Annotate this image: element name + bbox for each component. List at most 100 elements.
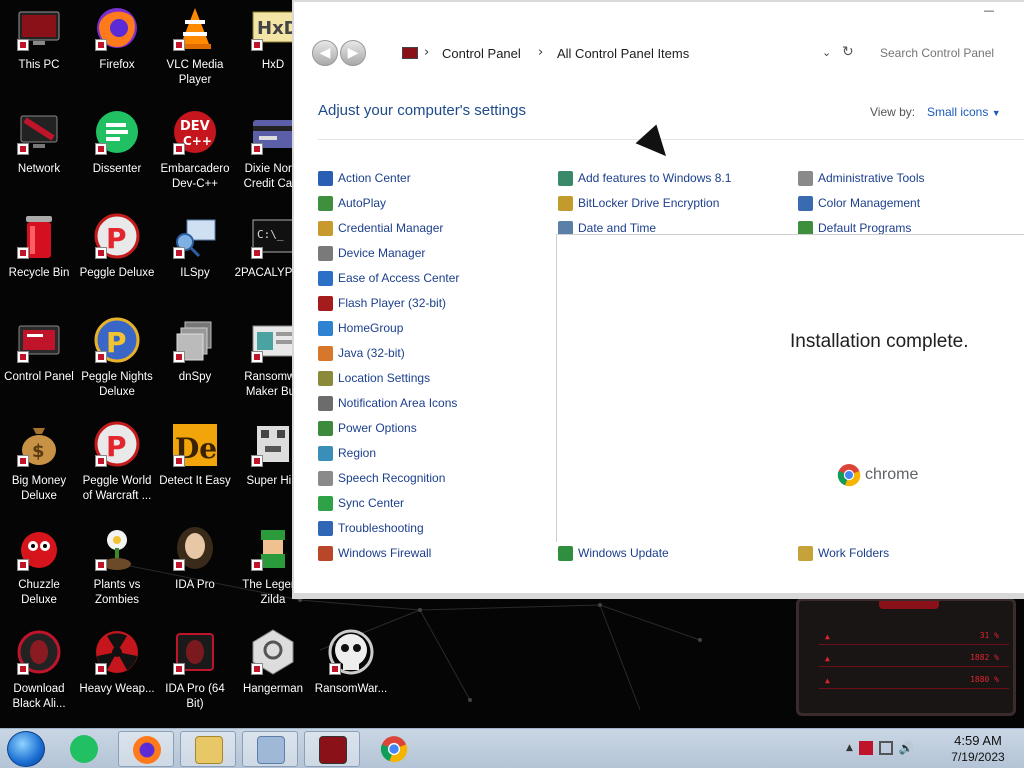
- pixel-hero-icon: [249, 524, 297, 572]
- cp-item-bitlocker[interactable]: BitLocker Drive Encryption: [558, 193, 719, 213]
- desktop-icon-peggle-wow[interactable]: P Peggle World of Warcraft ...: [78, 416, 156, 520]
- cp-item-sync-center[interactable]: Sync Center: [318, 493, 404, 513]
- refresh-icon[interactable]: ↻: [842, 44, 854, 60]
- desktop-icon-control-panel[interactable]: Control Panel: [0, 312, 78, 416]
- cp-item-ease-of-access[interactable]: Ease of Access Center: [318, 268, 459, 288]
- desktop-icon-label: This PC: [18, 59, 60, 71]
- radiation-icon: [93, 628, 141, 676]
- cp-item-device-manager[interactable]: Device Manager: [318, 243, 425, 263]
- desktop-icon-label: IDA Pro: [175, 579, 215, 591]
- cp-item-label: Sync Center: [338, 496, 405, 510]
- dissenter-icon: [70, 735, 98, 763]
- desktop-icon-download-black-ali[interactable]: Download Black Ali...: [0, 624, 78, 728]
- cp-item-action-center[interactable]: Action Center: [318, 168, 411, 188]
- peggle-icon: P: [93, 212, 141, 260]
- cp-item-add-features[interactable]: Add features to Windows 8.1: [558, 168, 731, 188]
- search-input[interactable]: [880, 42, 1020, 64]
- gadget-value: 31 %: [979, 631, 999, 640]
- installation-message: Installation complete.: [790, 331, 969, 352]
- breadcrumb-control-panel[interactable]: Control Panel: [442, 46, 521, 61]
- cp-item-java[interactable]: Java (32-bit): [318, 343, 405, 363]
- chrome-brand: chrome: [837, 463, 918, 487]
- action-center-icon[interactable]: [858, 741, 873, 755]
- cp-item-troubleshooting[interactable]: Troubleshooting: [318, 518, 424, 538]
- cp-item-credential-manager[interactable]: Credential Manager: [318, 218, 443, 238]
- desktop-icon-ransomwar[interactable]: RansomWar...: [312, 624, 390, 728]
- desktop-icon-hangerman[interactable]: Hangerman: [234, 624, 312, 728]
- add-features-icon: [558, 170, 573, 186]
- cp-item-color-management[interactable]: Color Management: [798, 193, 920, 213]
- chrome-installer-dialog: Installation complete. chrome: [556, 234, 1024, 542]
- cp-item-administrative-tools[interactable]: Administrative Tools: [798, 168, 925, 188]
- cp-item-work-folders[interactable]: Work Folders: [798, 543, 889, 563]
- gadget-header: [879, 601, 939, 609]
- taskbar-file-explorer[interactable]: [180, 731, 236, 767]
- forward-button[interactable]: ▶: [340, 40, 366, 66]
- desktop-icon-label: Recycle Bin: [8, 267, 70, 279]
- taskbar-chrome[interactable]: [366, 731, 422, 767]
- svg-text:P: P: [106, 326, 127, 359]
- chevron-down-icon[interactable]: ⌄: [822, 46, 831, 59]
- cp-item-location-settings[interactable]: Location Settings: [318, 368, 430, 388]
- desktop-icon-peggle-deluxe[interactable]: P Peggle Deluxe: [78, 208, 156, 312]
- svg-text:P: P: [106, 430, 127, 463]
- desktop-icon-pvz[interactable]: Plants vs Zombies: [78, 520, 156, 624]
- control-panel-small-icon: [402, 47, 418, 59]
- cp-item-homegroup[interactable]: HomeGroup: [318, 318, 403, 338]
- breadcrumb-all-items[interactable]: All Control Panel Items: [557, 46, 689, 61]
- desktop-icon-dissenter[interactable]: Dissenter: [78, 104, 156, 208]
- desktop-icon-big-money[interactable]: $ Big Money Deluxe: [0, 416, 78, 520]
- cp-item-region[interactable]: Region: [318, 443, 376, 463]
- desktop-icon-firefox[interactable]: Firefox: [78, 0, 156, 104]
- desktop-icon-ida-pro[interactable]: IDA Pro: [156, 520, 234, 624]
- back-button[interactable]: ◀: [312, 40, 338, 66]
- chrome-logo-icon: [380, 736, 408, 763]
- desktop-icon-label: RansomWar...: [314, 683, 388, 695]
- desktop-icon-label: VLC Media Player: [166, 59, 224, 86]
- cp-item-autoplay[interactable]: AutoPlay: [318, 193, 386, 213]
- minimize-button[interactable]: —: [976, 4, 1002, 18]
- volume-icon[interactable]: 🔊: [899, 741, 914, 755]
- cp-item-label: Power Options: [338, 421, 417, 435]
- firewall-icon: [318, 545, 333, 561]
- cp-item-notification-area[interactable]: Notification Area Icons: [318, 393, 457, 413]
- taskbar-firefox[interactable]: [118, 731, 174, 767]
- gadget-row: ▲ 31 %: [819, 631, 1009, 645]
- cp-item-speech-recognition[interactable]: Speech Recognition: [318, 468, 445, 488]
- cp-item-windows-firewall[interactable]: Windows Firewall: [318, 543, 431, 563]
- desktop-icon-ida-pro-64[interactable]: IDA Pro (64 Bit): [156, 624, 234, 728]
- network-tray-icon[interactable]: [878, 741, 893, 755]
- desktop-icon-network[interactable]: Network: [0, 104, 78, 208]
- desktop-icon-recycle-bin[interactable]: Recycle Bin: [0, 208, 78, 312]
- view-by-dropdown[interactable]: Small icons ▼: [927, 105, 1001, 119]
- start-button[interactable]: [7, 731, 45, 767]
- ida-portrait-icon: [171, 524, 219, 572]
- desktop-icon-dnspy[interactable]: dnSpy: [156, 312, 234, 416]
- taskbar-dissenter[interactable]: [56, 731, 112, 767]
- desktop-icon-this-pc[interactable]: This PC: [0, 0, 78, 104]
- ida-64-icon: [171, 628, 219, 676]
- taskbar-control-panel[interactable]: [304, 731, 360, 767]
- desktop-icon-peggle-nights[interactable]: P Peggle Nights Deluxe: [78, 312, 156, 416]
- cp-item-label: Region: [338, 446, 377, 460]
- desktop-icon-heavy-weapon[interactable]: Heavy Weap...: [78, 624, 156, 728]
- clock[interactable]: 4:59 AM 7/19/2023: [940, 733, 1016, 764]
- desktop-icon-chuzzle[interactable]: Chuzzle Deluxe: [0, 520, 78, 624]
- desktop-icon-label: Hangerman: [242, 683, 304, 695]
- cp-item-power-options[interactable]: Power Options: [318, 418, 417, 438]
- taskbar-installer[interactable]: [242, 731, 298, 767]
- desktop-icon-devcpp[interactable]: DEV C++ Embarcadero Dev-C++: [156, 104, 234, 208]
- device-icon: [318, 245, 333, 261]
- key-icon: [558, 195, 573, 211]
- cp-item-label: Color Management: [818, 196, 921, 210]
- peggle-icon: P: [93, 420, 141, 468]
- desktop-icon-vlc[interactable]: VLC Media Player: [156, 0, 234, 104]
- desktop-icon-ilspy[interactable]: ILSpy: [156, 208, 234, 312]
- cp-item-windows-update[interactable]: Windows Update: [558, 543, 669, 563]
- tray-overflow-icon[interactable]: ▲: [846, 743, 853, 755]
- cp-item-label: Speech Recognition: [338, 471, 446, 485]
- desktop-icon-detect-it-easy[interactable]: De Detect It Easy: [156, 416, 234, 520]
- system-monitor-gadget[interactable]: ▲ 31 % ▲ 1882 % ▲ 1880 %: [796, 598, 1016, 716]
- cp-item-flash-player[interactable]: Flash Player (32-bit): [318, 293, 446, 313]
- notification-icon: [318, 395, 333, 411]
